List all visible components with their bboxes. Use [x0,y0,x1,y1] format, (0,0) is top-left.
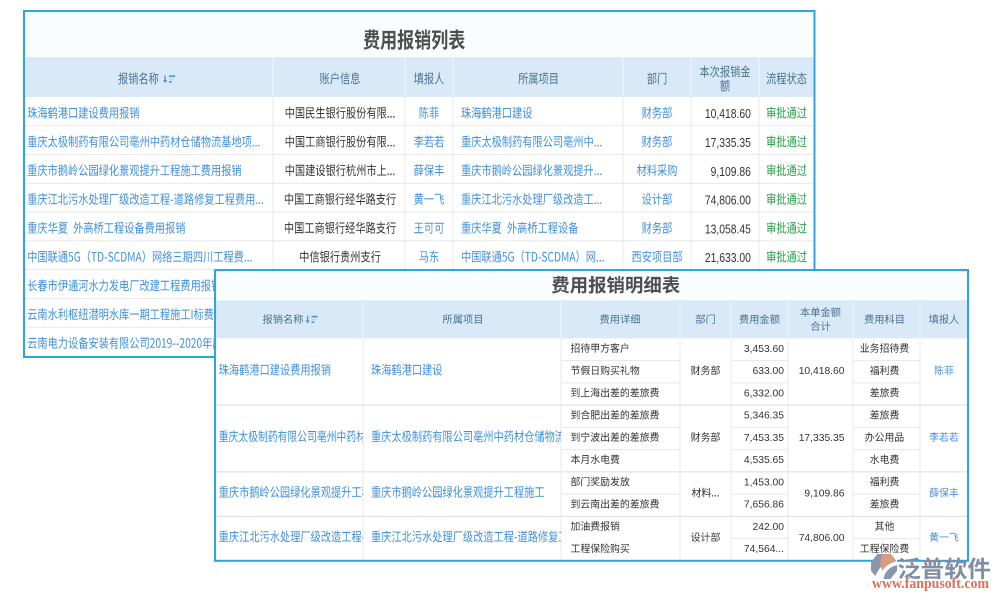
svg-text:17,335.35: 17,335.35 [799,433,845,444]
svg-text:242.00: 242.00 [753,522,785,533]
svg-text:74,806.00: 74,806.00 [799,533,845,544]
svg-text:3,453.60: 3,453.60 [744,344,784,355]
svg-text:9,109.86: 9,109.86 [711,164,752,180]
svg-text:13,058.45: 13,058.45 [705,221,751,237]
svg-text:6,332.00: 6,332.00 [744,388,784,399]
svg-text:74,806.00: 74,806.00 [705,192,751,208]
svg-text:www.fanpusoft.com: www.fanpusoft.com [872,576,989,592]
svg-text:10,418.60: 10,418.60 [705,106,751,122]
svg-text:17,335.35: 17,335.35 [705,135,751,151]
svg-text:633.00: 633.00 [753,366,785,377]
svg-text:21,633.00: 21,633.00 [705,250,751,266]
svg-text:7,656.86: 7,656.86 [744,500,784,511]
svg-text:10,418.60: 10,418.60 [799,366,845,377]
svg-text:9,109.86: 9,109.86 [804,489,844,500]
svg-text:1,453.00: 1,453.00 [744,477,784,488]
svg-text:4,535.65: 4,535.65 [744,455,784,466]
svg-text:5,346.35: 5,346.35 [744,411,784,422]
svg-text:7,453.35: 7,453.35 [744,433,784,444]
svg-text:74,564...: 74,564... [744,544,784,555]
